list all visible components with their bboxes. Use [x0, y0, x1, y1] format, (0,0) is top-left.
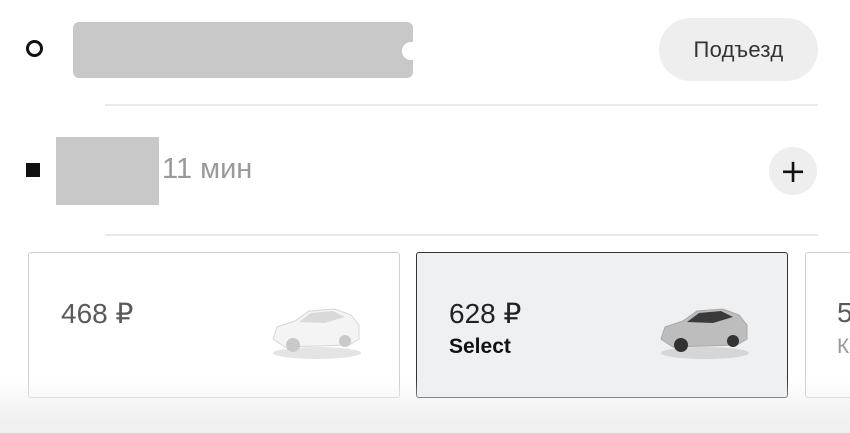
tariff-card-1[interactable]: 468 ₽: [28, 252, 400, 398]
entrance-button[interactable]: Подъезд: [659, 18, 818, 81]
tariff-card-2[interactable]: 628 ₽ Select: [416, 252, 788, 398]
destination-marker-icon: [26, 163, 40, 177]
tariff-name: Select: [449, 335, 511, 358]
divider: [105, 234, 818, 236]
car-icon: [660, 308, 749, 359]
origin-marker-icon: [26, 40, 43, 57]
tariff-price: 468 ₽: [61, 298, 134, 329]
tariff-card-3[interactable]: 5 К: [805, 252, 850, 398]
origin-field-notch: [402, 42, 420, 60]
destination-address-field[interactable]: [56, 137, 159, 205]
tariff-price: 5: [837, 297, 850, 329]
tariff-name: К: [837, 335, 850, 358]
divider: [105, 104, 818, 106]
add-stop-button[interactable]: +: [769, 147, 817, 195]
eta-label: 11 мин: [162, 153, 253, 185]
tariff-price: 628 ₽: [449, 298, 522, 329]
car-icon: [272, 308, 361, 359]
origin-address-field[interactable]: [73, 22, 413, 78]
